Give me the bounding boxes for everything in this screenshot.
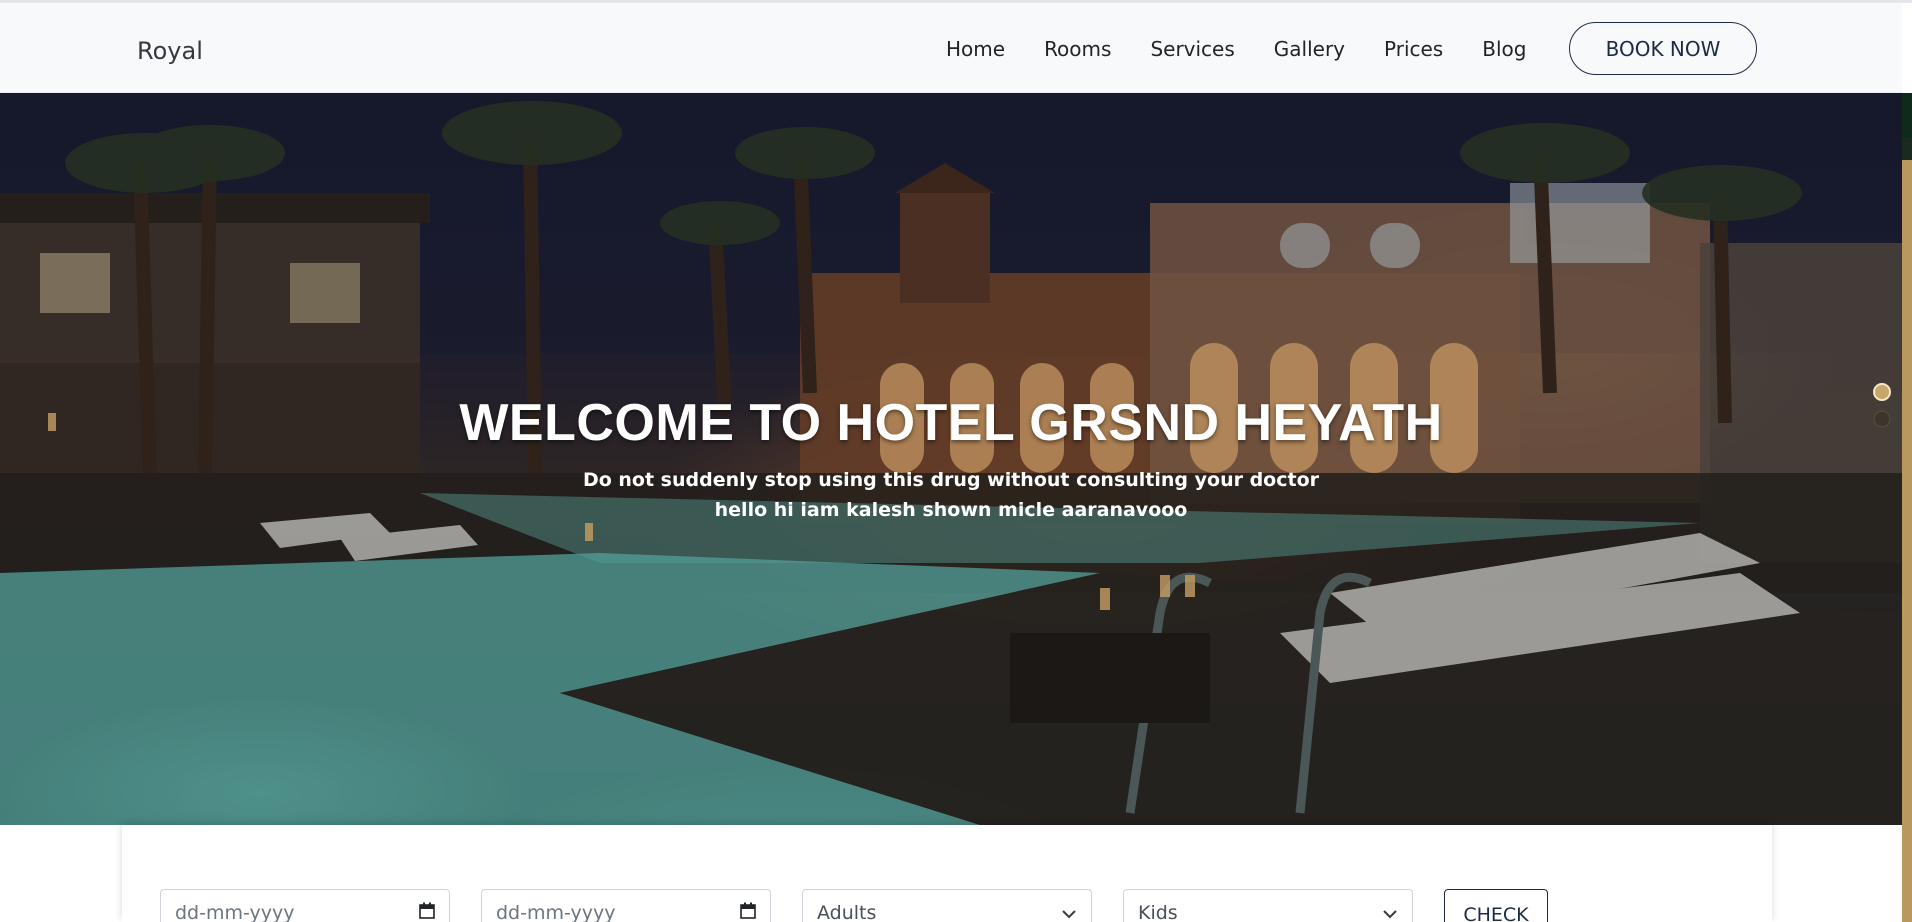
checkin-date-input[interactable]: dd-mm-yyyy [160, 889, 450, 922]
nav-link-rooms[interactable]: Rooms [1044, 37, 1111, 61]
calendar-icon[interactable] [419, 902, 435, 922]
kids-selected-value: Kids [1138, 902, 1178, 922]
book-now-button[interactable]: BOOK NOW [1569, 22, 1757, 75]
hero-title: WELCOME TO HOTEL GRSND HEYATH [459, 394, 1443, 452]
carousel-dot-1[interactable] [1873, 383, 1891, 401]
adults-selected-value: Adults [817, 902, 877, 922]
nav-links: Home Rooms Services Gallery Prices Blog [946, 37, 1565, 61]
hero-overlay [0, 93, 1902, 825]
right-edge-strip-gold [1902, 160, 1912, 922]
kids-select[interactable]: Kids [1123, 889, 1413, 922]
nav-link-prices[interactable]: Prices [1384, 37, 1443, 61]
adults-select[interactable]: Adults [802, 889, 1092, 922]
nav-link-gallery[interactable]: Gallery [1274, 37, 1345, 61]
nav-link-home[interactable]: Home [946, 37, 1005, 61]
calendar-icon[interactable] [740, 902, 756, 922]
hero-subtitle-line1: Do not suddenly stop using this drug wit… [582, 469, 1320, 491]
chevron-down-icon [1382, 902, 1398, 922]
hero-carousel: WELCOME TO HOTEL GRSND HEYATH Do not sud… [0, 93, 1902, 825]
brand-logo[interactable]: Royal [137, 37, 203, 65]
booking-panel: dd-mm-yyyy dd-mm-yyyy Adults Kids CHECK [122, 825, 1772, 922]
carousel-dot-2[interactable] [1873, 410, 1891, 428]
chevron-down-icon [1061, 902, 1077, 922]
check-availability-button[interactable]: CHECK [1444, 889, 1548, 922]
checkin-placeholder: dd-mm-yyyy [175, 902, 295, 922]
navbar: Royal Home Rooms Services Gallery Prices… [0, 3, 1902, 93]
right-edge-strip-top [1902, 93, 1912, 138]
checkout-placeholder: dd-mm-yyyy [496, 902, 616, 922]
nav-link-blog[interactable]: Blog [1482, 37, 1526, 61]
checkout-date-input[interactable]: dd-mm-yyyy [481, 889, 771, 922]
hero-subtitle-line2: hello hi iam kalesh shown micle aaranavo… [714, 499, 1188, 521]
nav-link-services[interactable]: Services [1150, 37, 1234, 61]
